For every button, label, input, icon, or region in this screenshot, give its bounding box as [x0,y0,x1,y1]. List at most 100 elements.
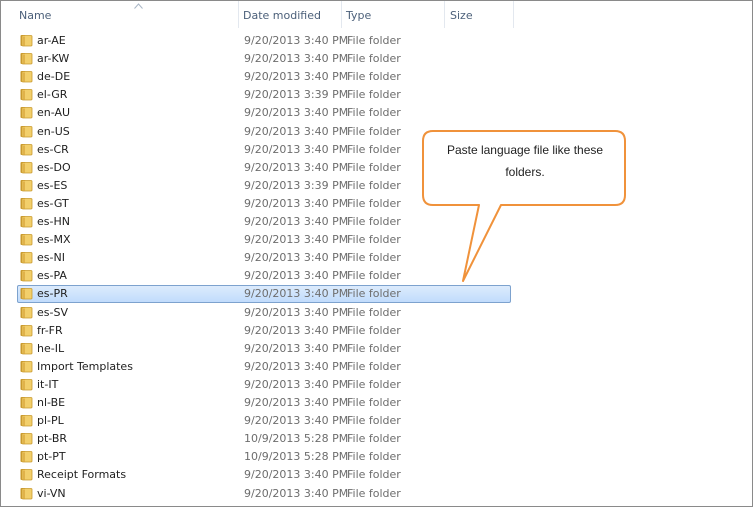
column-header-size[interactable]: Size [446,1,514,28]
file-type: File folder [347,70,401,84]
file-name: es-MX [37,233,71,247]
file-date-modified: 9/20/2013 3:40 PM [244,124,349,138]
folder-icon [20,107,33,119]
file-type: File folder [347,359,401,373]
file-name: pt-PT [37,450,66,464]
file-name: it-IT [37,377,59,391]
column-header-date-modified[interactable]: Date modified [239,1,342,28]
file-type: File folder [347,178,401,192]
file-type: File folder [347,124,401,138]
file-type: File folder [347,432,401,446]
file-type: File folder [347,341,401,355]
file-name: es-PA [37,269,67,283]
folder-icon [20,161,33,174]
file-date-modified: 9/20/2013 3:39 PM [244,178,349,192]
file-row[interactable]: nl-BE 9/20/2013 3:40 PM File folder [17,394,511,412]
folder-icon [20,53,33,65]
folder-icon [20,433,33,445]
file-date-modified: 9/20/2013 3:40 PM [244,486,349,500]
file-type: File folder [347,305,401,319]
file-type: File folder [347,468,401,482]
file-date-modified: 9/20/2013 3:40 PM [244,359,349,373]
file-date-modified: 9/20/2013 3:40 PM [244,106,349,120]
file-row[interactable]: pt-BR 10/9/2013 5:28 PM File folder [17,430,511,448]
file-row[interactable]: fr-FR 9/20/2013 3:40 PM File folder [17,322,511,340]
folder-icon [20,360,33,373]
file-name: nl-BE [37,396,66,409]
file-name: vi-VN [37,486,66,500]
file-name: es-SV [37,305,68,319]
file-date-modified: 9/20/2013 3:40 PM [244,341,349,355]
file-name: fr-FR [37,323,63,337]
file-row[interactable]: de-DE 9/20/2013 3:40 PM File folder [17,68,511,86]
file-date-modified: 9/20/2013 3:40 PM [244,34,349,47]
folder-icon [20,197,33,210]
folder-icon [20,125,33,137]
file-name: pt-BR [37,432,68,446]
file-row[interactable]: Receipt Formats 9/20/2013 3:40 PM File fol… [17,466,511,484]
file-date-modified: 9/20/2013 3:40 PM [244,196,349,210]
file-type: File folder [347,160,401,174]
file-row[interactable]: it-IT 9/20/2013 3:40 PM File folder [17,376,511,394]
file-type: File folder [347,233,401,247]
folder-icon [20,234,33,246]
file-name: en-AU [37,106,71,120]
file-row[interactable]: pt-PT 10/9/2013 5:28 PM File folder [17,448,511,466]
file-name: he-IL [37,341,65,355]
folder-icon [20,306,33,318]
file-date-modified: 9/20/2013 3:40 PM [244,233,349,247]
file-row[interactable]: ar-KW 9/20/2013 3:40 PM File folder [17,50,511,68]
file-type: File folder [347,486,401,500]
file-name: ar-AE [37,34,66,47]
folder-icon [20,216,33,228]
folder-icon [20,487,33,499]
file-date-modified: 9/20/2013 3:40 PM [244,52,349,66]
folder-icon [20,270,33,282]
file-row[interactable]: pl-PL 9/20/2013 3:40 PM File folder [17,412,511,430]
file-date-modified: 9/20/2013 3:40 PM [244,251,349,265]
file-date-modified: 9/20/2013 3:40 PM [244,160,349,174]
file-type: File folder [347,450,401,464]
folder-icon [20,451,33,463]
file-type: File folder [347,251,401,265]
file-row[interactable]: ar-AE 9/20/2013 3:40 PM File folder [17,32,511,50]
file-type: File folder [347,287,401,301]
file-name: es-DO [37,160,71,174]
file-row[interactable]: he-IL 9/20/2013 3:40 PM File folder [17,340,511,358]
folder-icon [20,469,33,481]
column-header-size-label: Size [450,9,473,22]
file-date-modified: 9/20/2013 3:40 PM [244,396,349,409]
column-header-date-label: Date modified [243,9,321,22]
file-date-modified: 10/9/2013 5:28 PM [244,432,349,446]
folder-icon [20,71,33,83]
file-name: es-ES [37,178,68,192]
file-type: File folder [347,396,401,409]
file-row[interactable]: en-AU 9/20/2013 3:40 PM File folder [17,104,511,122]
file-date-modified: 9/20/2013 3:39 PM [244,88,349,102]
file-name: ar-KW [37,52,70,66]
file-row[interactable]: el-GR 9/20/2013 3:39 PM File folder [17,86,511,104]
file-type: File folder [347,34,401,47]
file-type: File folder [347,142,401,156]
column-header-type-label: Type [346,9,372,22]
file-name: es-GT [37,196,69,210]
folder-icon [20,35,33,47]
column-header-type[interactable]: Type [342,1,445,28]
file-date-modified: 9/20/2013 3:40 PM [244,323,349,337]
file-explorer-window: Name Date modified Type Size ar-AE 9/20/2… [0,0,753,507]
file-row[interactable]: es-SV 9/20/2013 3:40 PM File folder [17,304,511,322]
file-name: en-US [37,124,70,138]
file-type: File folder [347,88,401,102]
file-row[interactable]: vi-VN 9/20/2013 3:40 PM File folder [17,485,511,503]
folder-icon [20,252,33,264]
file-date-modified: 9/20/2013 3:40 PM [244,305,349,319]
file-type: File folder [347,106,401,120]
file-row[interactable]: Import Templates 9/20/2013 3:40 PM File fo… [17,358,511,376]
file-name: pl-PL [37,414,64,428]
file-date-modified: 9/20/2013 3:40 PM [244,287,349,301]
folder-icon [20,288,33,300]
column-header-name[interactable]: Name [15,1,239,28]
file-date-modified: 9/20/2013 3:40 PM [244,377,349,391]
file-name: de-DE [37,70,71,84]
file-name: es-PR [37,287,68,301]
